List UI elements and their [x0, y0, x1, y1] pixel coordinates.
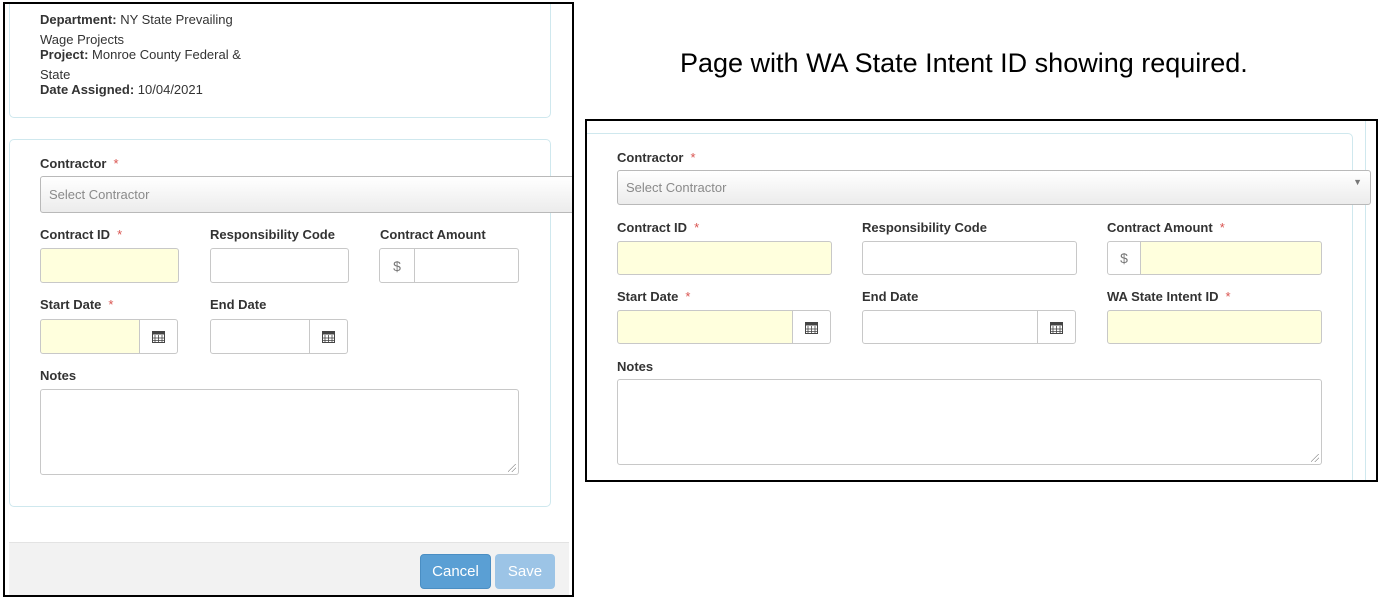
left-screenshot-frame: Department: NY State Prevailing Wage Pro… — [3, 2, 574, 597]
contract-id-label: Contract ID * — [40, 227, 123, 242]
start-date-input[interactable] — [40, 319, 140, 354]
contract-amount-label: Contract Amount — [380, 227, 486, 242]
currency-addon: $ — [379, 248, 415, 283]
save-button[interactable]: Save — [495, 554, 555, 589]
responsibility-code-input[interactable] — [210, 248, 349, 283]
contract-amount-label: Contract Amount * — [1107, 220, 1225, 235]
resize-grip-icon[interactable] — [508, 464, 516, 472]
calendar-icon — [152, 331, 165, 343]
date-assigned-line: Date Assigned: 10/04/2021 — [40, 82, 203, 97]
contractor-select[interactable]: Select Contractor — [40, 176, 572, 213]
contract-id-label: Contract ID * — [617, 220, 700, 235]
start-date-calendar-button[interactable] — [139, 319, 178, 354]
notes-label: Notes — [617, 359, 654, 374]
end-date-calendar-button[interactable] — [1037, 310, 1076, 344]
contract-id-input[interactable] — [617, 241, 832, 275]
project-line-2: State — [40, 67, 71, 82]
department-line-1: Department: NY State Prevailing — [40, 12, 233, 27]
resize-grip-icon[interactable] — [1311, 454, 1319, 462]
wa-state-intent-id-label: WA State Intent ID * — [1107, 289, 1231, 304]
start-date-label: Start Date * — [617, 289, 691, 304]
notes-textarea[interactable] — [617, 379, 1322, 465]
contractor-label: Contractor * — [617, 150, 696, 165]
end-date-calendar-button[interactable] — [309, 319, 348, 354]
end-date-input[interactable] — [862, 310, 1038, 344]
calendar-icon — [322, 331, 335, 343]
notes-textarea[interactable] — [40, 389, 519, 475]
wa-state-intent-id-input[interactable] — [1107, 310, 1322, 344]
contract-amount-input[interactable] — [1140, 241, 1322, 275]
end-date-label: End Date — [210, 297, 267, 312]
responsibility-code-label: Responsibility Code — [862, 220, 987, 235]
contract-amount-input[interactable] — [414, 248, 519, 283]
cancel-button[interactable]: Cancel — [420, 554, 491, 589]
chevron-down-icon: ▼ — [1353, 177, 1362, 187]
start-date-label: Start Date * — [40, 297, 114, 312]
end-date-label: End Date — [862, 289, 919, 304]
caption-text: Page with WA State Intent ID showing req… — [680, 48, 1248, 78]
calendar-icon — [805, 321, 818, 334]
responsibility-code-label: Responsibility Code — [210, 227, 335, 242]
end-date-input[interactable] — [210, 319, 310, 354]
right-screenshot-frame: Contractor * Select Contractor ▼ Contract … — [585, 119, 1378, 482]
currency-addon: $ — [1107, 241, 1141, 275]
contractor-select[interactable]: Select Contractor ▼ — [617, 170, 1371, 205]
start-date-calendar-button[interactable] — [792, 310, 831, 344]
responsibility-code-input[interactable] — [862, 241, 1077, 275]
department-line-2: Wage Projects — [40, 32, 125, 47]
modal-footer: Cancel Save — [9, 542, 569, 595]
notes-label: Notes — [40, 368, 77, 383]
calendar-icon — [1050, 321, 1063, 334]
project-line-1: Project: Monroe County Federal & — [40, 47, 241, 62]
contractor-label: Contractor * — [40, 156, 119, 171]
start-date-input[interactable] — [617, 310, 793, 344]
contract-id-input[interactable] — [40, 248, 179, 283]
